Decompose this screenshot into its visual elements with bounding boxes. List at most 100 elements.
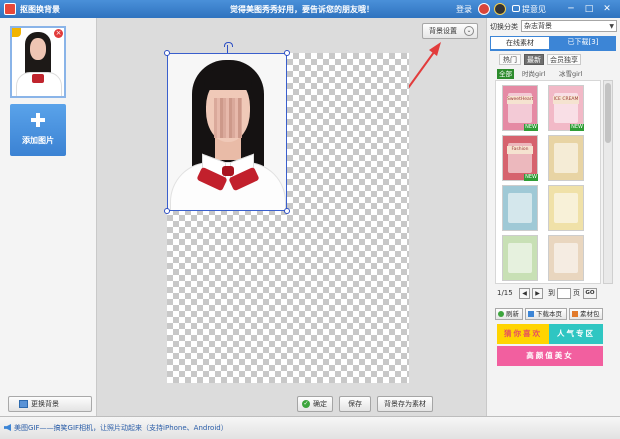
filter-ice-girl[interactable]: 冰雪girl [559, 69, 582, 79]
category-label: 切换分类 [490, 23, 518, 31]
template-item[interactable] [502, 185, 538, 231]
scrollbar-thumb[interactable] [605, 83, 611, 143]
template-item[interactable]: SweetHeart NEW [502, 85, 538, 131]
resize-handle-bottom-right[interactable] [284, 208, 290, 214]
template-item[interactable] [548, 235, 584, 281]
template-tag: ICE CREAM [553, 96, 579, 104]
refresh-button[interactable]: 刷新 [495, 308, 523, 320]
template-grid: SweetHeart NEW ICE CREAM NEW Fashion NEW [495, 80, 601, 284]
slogan-text[interactable]: 觉得美图秀秀好用，要告诉您的朋友哦！ [230, 4, 374, 15]
material-pack-label: 素材包 [580, 310, 600, 318]
background-settings-button[interactable]: 背景设置 ⌄ [422, 23, 478, 39]
category-select[interactable]: 杂志背景 ▼ [521, 20, 617, 32]
template-photo-slot [508, 243, 532, 273]
rotate-handle[interactable] [224, 42, 233, 53]
download-icon [528, 311, 534, 317]
resize-handle-top-right[interactable] [284, 50, 290, 56]
package-icon [572, 311, 578, 317]
download-page-button[interactable]: 下载本页 [525, 308, 567, 320]
check-icon: ✓ [302, 400, 310, 408]
resize-handle-top-left[interactable] [164, 50, 170, 56]
goto-label: 到 [548, 289, 555, 297]
confirm-button[interactable]: ✓ 确定 [297, 396, 333, 412]
user-avatar-icon[interactable] [478, 3, 490, 15]
filter-fashion-girl[interactable]: 时尚girl [522, 69, 545, 79]
confirm-label: 确定 [313, 400, 327, 408]
category-value: 杂志背景 [524, 22, 552, 30]
thumbnail-scarf [32, 74, 44, 83]
change-background-button[interactable]: 更换背景 [8, 396, 92, 412]
maximize-button[interactable]: □ [582, 3, 596, 15]
login-link[interactable]: 登录 [456, 4, 472, 15]
add-image-label: 添加图片 [22, 136, 54, 145]
refresh-label: 刷新 [506, 310, 519, 318]
status-announcement[interactable]: 美图GIF——搞笑GIF相机，让照片动起来（支持iPhone、Android） [14, 423, 228, 433]
new-badge: NEW [524, 124, 538, 131]
template-scrollbar[interactable] [603, 80, 613, 284]
template-item[interactable]: ICE CREAM NEW [548, 85, 584, 131]
feedback-link[interactable]: 提意见 [522, 4, 546, 15]
template-item[interactable] [502, 235, 538, 281]
weibo-icon[interactable] [494, 3, 506, 15]
template-item[interactable] [548, 135, 584, 181]
promo-popular-zone[interactable]: 人气专区 [549, 324, 603, 344]
template-tag: SweetHeart [507, 96, 533, 104]
dropdown-arrow-icon: ▼ [609, 23, 614, 30]
title-bar: 抠图换背景 觉得美图秀秀好用，要告诉您的朋友哦！ 登录 提意见 ─ □ ✕ [0, 0, 620, 18]
save-button[interactable]: 保存 [339, 396, 371, 412]
background-settings-label: 背景设置 [429, 27, 457, 35]
material-panel: 切换分类 杂志背景 ▼ 在线素材 已下载[3] 热门 最新 会员独享 全部 时尚… [486, 18, 620, 416]
photo-thumbnail[interactable]: × [10, 26, 66, 98]
pixelated-face [214, 98, 242, 138]
resize-handle-bottom-left[interactable] [164, 208, 170, 214]
add-image-button[interactable]: 添加图片 [10, 104, 66, 156]
refresh-icon [498, 311, 504, 317]
canvas-area: 背景设置 ⌄ ✓ 确定 保存 背景存为素材 [97, 18, 486, 416]
remove-photo-icon[interactable]: × [54, 29, 63, 38]
app-title: 抠图换背景 [20, 5, 60, 14]
page-number-input[interactable] [557, 288, 571, 299]
prev-page-button[interactable]: ◀ [519, 288, 530, 299]
thumbnail-face [30, 38, 46, 60]
status-bar: 美图GIF——搞笑GIF相机，让照片动起来（支持iPhone、Android） [0, 416, 620, 439]
subtab-member-only[interactable]: 会员独享 [547, 54, 581, 65]
subtab-newest[interactable]: 最新 [524, 54, 544, 65]
material-pack-button[interactable]: 素材包 [569, 308, 603, 320]
template-photo-slot [554, 193, 578, 223]
promo-guess-you-like[interactable]: 猜你喜欢 [497, 324, 549, 344]
filter-all[interactable]: 全部 [497, 69, 514, 79]
plus-icon [31, 113, 45, 127]
template-item[interactable] [548, 185, 584, 231]
portrait-layer[interactable] [167, 53, 287, 211]
new-badge: NEW [570, 124, 584, 131]
app-logo-icon [4, 3, 16, 15]
next-page-button[interactable]: ▶ [532, 288, 543, 299]
close-button[interactable]: ✕ [600, 3, 614, 15]
template-item[interactable]: Fashion NEW [502, 135, 538, 181]
page-indicator: 1/15 [497, 289, 513, 297]
subtab-hot[interactable]: 热门 [499, 54, 521, 65]
tab-online-materials[interactable]: 在线素材 [490, 36, 550, 49]
go-button[interactable]: GO [583, 288, 597, 299]
change-background-label: 更换背景 [31, 400, 59, 408]
template-tag: Fashion [507, 146, 533, 154]
left-panel: × 添加图片 更换背景 [0, 18, 97, 416]
minimize-button[interactable]: ─ [564, 3, 578, 15]
feedback-icon[interactable] [512, 5, 520, 12]
template-photo-slot [554, 243, 578, 273]
new-badge: NEW [524, 174, 538, 181]
portrait-fringe [204, 68, 252, 90]
template-photo-slot [508, 193, 532, 223]
speaker-icon [4, 424, 11, 431]
tab-underline [490, 49, 616, 51]
template-photo-slot [554, 143, 578, 173]
image-icon [19, 400, 28, 408]
thumbnail-badge-icon [12, 28, 21, 37]
download-page-label: 下载本页 [536, 310, 562, 318]
save-as-material-button[interactable]: 背景存为素材 [377, 396, 433, 412]
promo-beauty[interactable]: 高颜值美女 [497, 346, 603, 366]
tab-downloaded[interactable]: 已下载[3] [550, 36, 616, 49]
page-label: 页 [573, 289, 580, 297]
scarf-knot [222, 166, 234, 176]
chevron-down-icon: ⌄ [464, 26, 474, 36]
